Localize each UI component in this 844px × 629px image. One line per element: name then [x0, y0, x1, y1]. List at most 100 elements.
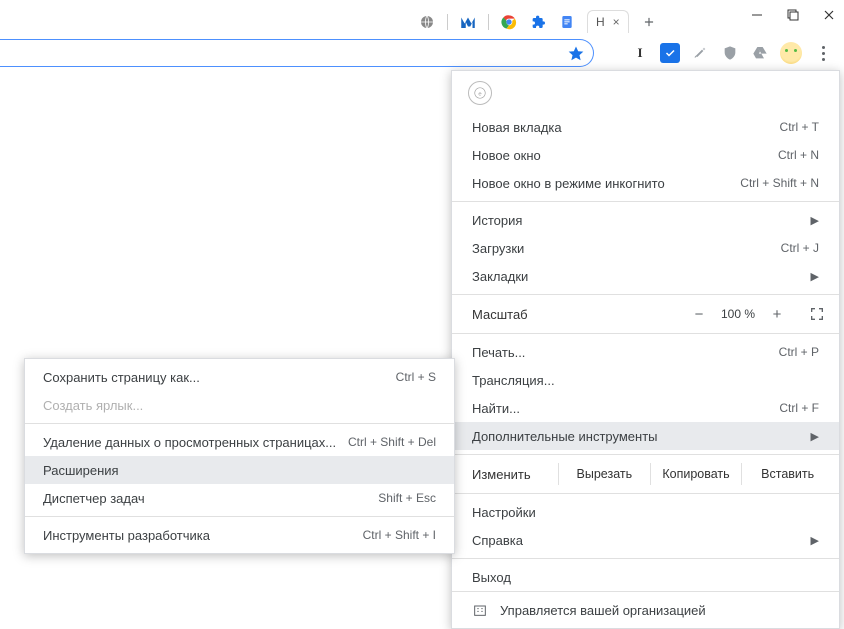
close-window-button[interactable]	[822, 8, 836, 22]
extension-status-icon[interactable]: e	[468, 81, 492, 105]
menu-shortcut: Ctrl + Shift + I	[363, 528, 436, 542]
ext-letter-icon[interactable]: I	[630, 43, 650, 63]
edit-paste-button[interactable]: Вставить	[741, 463, 833, 485]
close-tab-icon[interactable]: ×	[613, 15, 620, 29]
menu-downloads[interactable]: Загрузки Ctrl + J	[452, 234, 839, 262]
menu-label: Печать...	[472, 345, 779, 360]
menu-label: Масштаб	[472, 307, 689, 322]
chevron-right-icon: ▶	[811, 430, 819, 443]
globe-icon[interactable]	[418, 13, 436, 31]
zoom-value: 100 %	[721, 307, 755, 321]
menu-label: Управляется вашей организацией	[500, 603, 706, 618]
zoom-out-button[interactable]: −	[689, 306, 709, 323]
menu-label: Закладки	[472, 269, 803, 284]
chevron-right-icon: ▶	[811, 534, 819, 547]
menu-find[interactable]: Найти... Ctrl + F	[452, 394, 839, 422]
bookmark-star-icon[interactable]	[567, 45, 585, 63]
menu-settings[interactable]: Настройки	[452, 498, 839, 526]
submenu-clear-data[interactable]: Удаление данных о просмотренных страница…	[25, 428, 454, 456]
menu-separator	[25, 516, 454, 517]
tab-strip: Н ×	[418, 10, 658, 33]
menu-separator	[452, 294, 839, 295]
ext-check-icon[interactable]	[660, 43, 680, 63]
menu-label: Справка	[472, 533, 803, 548]
menu-shortcut: Ctrl + Shift + Del	[348, 435, 436, 449]
svg-text:e: e	[478, 91, 481, 97]
submenu-save-page[interactable]: Сохранить страницу как... Ctrl + S	[25, 363, 454, 391]
submenu-dev-tools[interactable]: Инструменты разработчика Ctrl + Shift + …	[25, 521, 454, 549]
menu-incognito[interactable]: Новое окно в режиме инкогнито Ctrl + Shi…	[452, 169, 839, 197]
menu-shortcut: Ctrl + J	[781, 241, 819, 255]
org-building-icon	[472, 602, 488, 618]
menu-label: История	[472, 213, 803, 228]
tab-divider	[447, 14, 448, 30]
ext-shield-icon[interactable]	[720, 43, 740, 63]
menu-label: Расширения	[43, 463, 436, 478]
new-tab-button[interactable]	[640, 13, 658, 31]
menu-shortcut: Ctrl + N	[778, 148, 819, 162]
menu-edit-row: Изменить Вырезать Копировать Вставить	[452, 459, 839, 489]
menu-print[interactable]: Печать... Ctrl + P	[452, 338, 839, 366]
window-controls	[750, 8, 836, 22]
menu-label: Создать ярлык...	[43, 398, 436, 413]
submenu-task-manager[interactable]: Диспетчер задач Shift + Esc	[25, 484, 454, 512]
menu-separator	[452, 333, 839, 334]
menu-bookmarks[interactable]: Закладки ▶	[452, 262, 839, 290]
menu-shortcut: Ctrl + P	[779, 345, 819, 359]
menu-shortcut: Ctrl + T	[780, 120, 819, 134]
menu-label: Изменить	[472, 467, 558, 482]
menu-cast[interactable]: Трансляция...	[452, 366, 839, 394]
edit-cut-button[interactable]: Вырезать	[558, 463, 650, 485]
submenu-extensions[interactable]: Расширения	[25, 456, 454, 484]
menu-shortcut: Ctrl + Shift + N	[740, 176, 819, 190]
menu-label: Диспетчер задач	[43, 491, 378, 506]
profile-avatar[interactable]	[780, 42, 802, 64]
menu-label: Дополнительные инструменты	[472, 429, 803, 444]
malwarebytes-icon[interactable]	[459, 13, 477, 31]
menu-label: Сохранить страницу как...	[43, 370, 396, 385]
active-tab[interactable]: Н ×	[587, 10, 629, 33]
minimize-button[interactable]	[750, 8, 764, 22]
menu-exit[interactable]: Выход	[452, 563, 839, 591]
omnibox[interactable]	[0, 39, 594, 67]
zoom-in-button[interactable]: +	[767, 306, 787, 323]
menu-label: Новая вкладка	[472, 120, 780, 135]
menu-label: Новое окно	[472, 148, 778, 163]
menu-label: Настройки	[472, 505, 819, 520]
chevron-right-icon: ▶	[811, 214, 819, 227]
menu-label: Трансляция...	[472, 373, 819, 388]
fullscreen-icon[interactable]	[809, 306, 825, 322]
ext-drive-icon[interactable]	[750, 43, 770, 63]
menu-history[interactable]: История ▶	[452, 206, 839, 234]
menu-separator	[452, 201, 839, 202]
ext-brush-icon[interactable]	[690, 43, 710, 63]
menu-separator	[452, 558, 839, 559]
submenu-create-shortcut: Создать ярлык...	[25, 391, 454, 419]
main-menu: e Новая вкладка Ctrl + T Новое окно Ctrl…	[451, 70, 840, 629]
menu-shortcut: Ctrl + S	[396, 370, 436, 384]
menu-zoom: Масштаб − 100 % +	[452, 299, 839, 329]
menu-label: Выход	[472, 570, 819, 585]
main-menu-button[interactable]	[812, 42, 834, 64]
menu-shortcut: Ctrl + F	[779, 401, 819, 415]
menu-new-window[interactable]: Новое окно Ctrl + N	[452, 141, 839, 169]
menu-label: Новое окно в режиме инкогнито	[472, 176, 740, 191]
menu-separator	[25, 423, 454, 424]
menu-label: Найти...	[472, 401, 779, 416]
menu-separator	[452, 454, 839, 455]
chrome-icon[interactable]	[500, 13, 518, 31]
extension-puzzle-icon[interactable]	[529, 13, 547, 31]
docs-icon[interactable]	[558, 13, 576, 31]
active-tab-label: Н	[596, 15, 605, 29]
chevron-right-icon: ▶	[811, 270, 819, 283]
browser-toolbar: I	[630, 42, 834, 64]
menu-help[interactable]: Справка ▶	[452, 526, 839, 554]
menu-label: Инструменты разработчика	[43, 528, 363, 543]
menu-more-tools[interactable]: Дополнительные инструменты ▶	[452, 422, 839, 450]
menu-new-tab[interactable]: Новая вкладка Ctrl + T	[452, 113, 839, 141]
menu-managed-org[interactable]: Управляется вашей организацией	[452, 591, 839, 628]
maximize-button[interactable]	[786, 8, 800, 22]
tab-divider	[488, 14, 489, 30]
menu-label: Загрузки	[472, 241, 781, 256]
edit-copy-button[interactable]: Копировать	[650, 463, 742, 485]
